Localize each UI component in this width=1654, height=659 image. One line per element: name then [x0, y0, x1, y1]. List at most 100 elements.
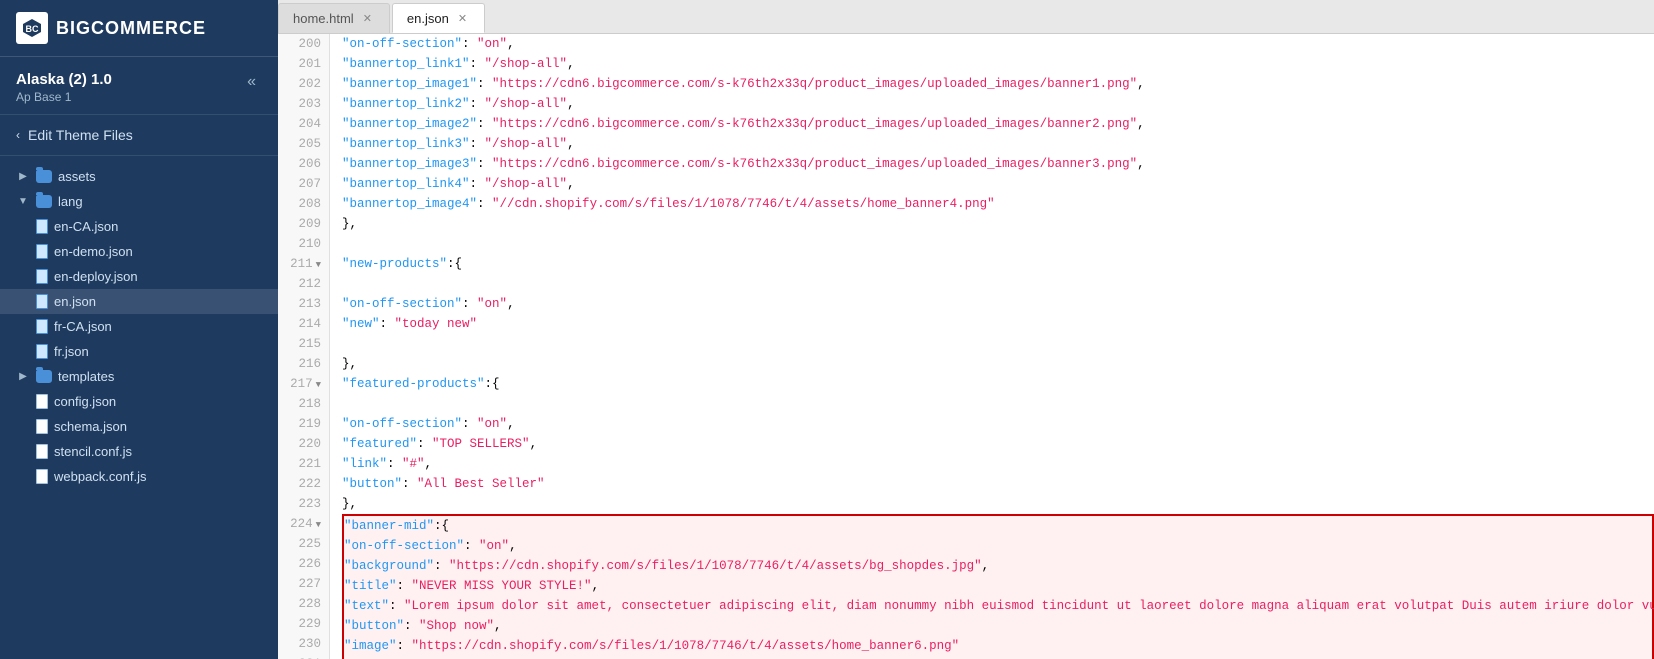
line-number: 217 [278, 374, 329, 394]
line-number: 229 [278, 614, 329, 634]
main-editor: home.html ✕ en.json ✕ 200201202203204205… [278, 0, 1654, 659]
code-line: "image": "https://cdn.shopify.com/s/file… [344, 636, 1652, 656]
highlighted-block: "banner-mid":{ "on-off-section": "on", "… [342, 514, 1654, 659]
code-line: "title": "NEVER MISS YOUR STYLE!", [344, 576, 1652, 596]
chevron-right-icon: ▶ [16, 171, 30, 182]
line-number: 205 [278, 134, 329, 154]
folder-lang[interactable]: ▼ lang [0, 189, 278, 214]
file-en-demo-label: en-demo.json [54, 244, 133, 259]
code-line: "bannertop_link3": "/shop-all", [342, 134, 1654, 154]
folder-lang-label: lang [58, 194, 83, 209]
code-line: "text": "Lorem ipsum dolor sit amet, con… [344, 596, 1652, 616]
file-icon-config [36, 394, 48, 409]
line-number: 219 [278, 414, 329, 434]
line-number: 210 [278, 234, 329, 254]
line-numbers: 2002012022032042052062072082092102112122… [278, 34, 330, 659]
file-icon-fr-CA [36, 319, 48, 334]
file-fr-CA-json[interactable]: fr-CA.json [0, 314, 278, 339]
line-number: 220 [278, 434, 329, 454]
tab-home-html[interactable]: home.html ✕ [278, 3, 390, 33]
chevron-down-icon: ▼ [16, 196, 30, 207]
file-icon-en-deploy [36, 269, 48, 284]
line-number: 211 [278, 254, 329, 274]
file-fr-CA-label: fr-CA.json [54, 319, 112, 334]
folder-templates[interactable]: ▶ templates [0, 364, 278, 389]
file-icon-webpack [36, 469, 48, 484]
line-number: 216 [278, 354, 329, 374]
tab-home-html-close[interactable]: ✕ [360, 11, 375, 26]
line-number: 225 [278, 534, 329, 554]
line-number: 204 [278, 114, 329, 134]
folder-assets[interactable]: ▶ assets [0, 164, 278, 189]
tabs-bar: home.html ✕ en.json ✕ [278, 0, 1654, 34]
line-number: 222 [278, 474, 329, 494]
file-icon-en-CA [36, 219, 48, 234]
folder-templates-icon [36, 370, 52, 383]
file-webpack-conf-js[interactable]: webpack.conf.js [0, 464, 278, 489]
file-icon-en [36, 294, 48, 309]
code-content[interactable]: "on-off-section": "on", "bannertop_link1… [330, 34, 1654, 659]
file-schema-json[interactable]: schema.json [0, 414, 278, 439]
code-line: "on-off-section": "on", [342, 414, 1654, 434]
file-en-deploy-json[interactable]: en-deploy.json [0, 264, 278, 289]
file-fr-json[interactable]: fr.json [0, 339, 278, 364]
file-schema-label: schema.json [54, 419, 127, 434]
line-number: 212 [278, 274, 329, 294]
file-en-CA-label: en-CA.json [54, 219, 118, 234]
logo-icon: BC [16, 12, 48, 44]
line-number: 231 [278, 654, 329, 659]
code-line: "featured": "TOP SELLERS", [342, 434, 1654, 454]
code-line: "bannertop_image1": "https://cdn6.bigcom… [342, 74, 1654, 94]
code-line: "on-off-section": "on", [342, 294, 1654, 314]
folder-lang-icon [36, 195, 52, 208]
line-number: 223 [278, 494, 329, 514]
code-line: "new-products":{ [342, 254, 1654, 274]
code-line [342, 234, 1654, 254]
line-number: 228 [278, 594, 329, 614]
file-tree: ▶ assets ▼ lang en-CA.json en-demo.json … [0, 156, 278, 659]
collapse-button[interactable]: « [241, 71, 262, 93]
file-en-json[interactable]: en.json [0, 289, 278, 314]
line-number: 209 [278, 214, 329, 234]
tab-en-json[interactable]: en.json ✕ [392, 3, 485, 33]
file-config-label: config.json [54, 394, 116, 409]
edit-theme-files-nav[interactable]: ‹ Edit Theme Files [0, 115, 278, 156]
tab-home-html-label: home.html [293, 11, 354, 26]
file-config-json[interactable]: config.json [0, 389, 278, 414]
line-number: 226 [278, 554, 329, 574]
line-number: 202 [278, 74, 329, 94]
file-icon-stencil [36, 444, 48, 459]
line-number: 208 [278, 194, 329, 214]
code-line: "bannertop_image4": "//cdn.shopify.com/s… [342, 194, 1654, 214]
folder-assets-icon [36, 170, 52, 183]
line-number: 214 [278, 314, 329, 334]
file-stencil-conf-js[interactable]: stencil.conf.js [0, 439, 278, 464]
code-line: "bannertop_link1": "/shop-all", [342, 54, 1654, 74]
tab-en-json-close[interactable]: ✕ [455, 11, 470, 26]
line-number: 213 [278, 294, 329, 314]
svg-text:BC: BC [26, 24, 39, 34]
code-line [342, 274, 1654, 294]
theme-sub: Ap Base 1 [16, 90, 112, 104]
file-en-CA-json[interactable]: en-CA.json [0, 214, 278, 239]
code-line [342, 334, 1654, 354]
code-line: "on-off-section": "on", [342, 34, 1654, 54]
line-number: 224 [278, 514, 329, 534]
file-fr-label: fr.json [54, 344, 89, 359]
file-icon-fr [36, 344, 48, 359]
line-number: 200 [278, 34, 329, 54]
line-number: 215 [278, 334, 329, 354]
code-line: }, [342, 494, 1654, 514]
sidebar: BC BIGCOMMERCE Alaska (2) 1.0 Ap Base 1 … [0, 0, 278, 659]
edit-theme-files-label: Edit Theme Files [28, 127, 133, 143]
file-en-demo-json[interactable]: en-demo.json [0, 239, 278, 264]
tab-en-json-label: en.json [407, 11, 449, 26]
editor-container[interactable]: 2002012022032042052062072082092102112122… [278, 34, 1654, 659]
file-webpack-label: webpack.conf.js [54, 469, 147, 484]
line-number: 230 [278, 634, 329, 654]
code-line: "bannertop_image3": "https://cdn6.bigcom… [342, 154, 1654, 174]
theme-info: Alaska (2) 1.0 Ap Base 1 « [0, 57, 278, 115]
line-number: 227 [278, 574, 329, 594]
folder-assets-label: assets [58, 169, 96, 184]
logo-area: BC BIGCOMMERCE [0, 0, 278, 57]
